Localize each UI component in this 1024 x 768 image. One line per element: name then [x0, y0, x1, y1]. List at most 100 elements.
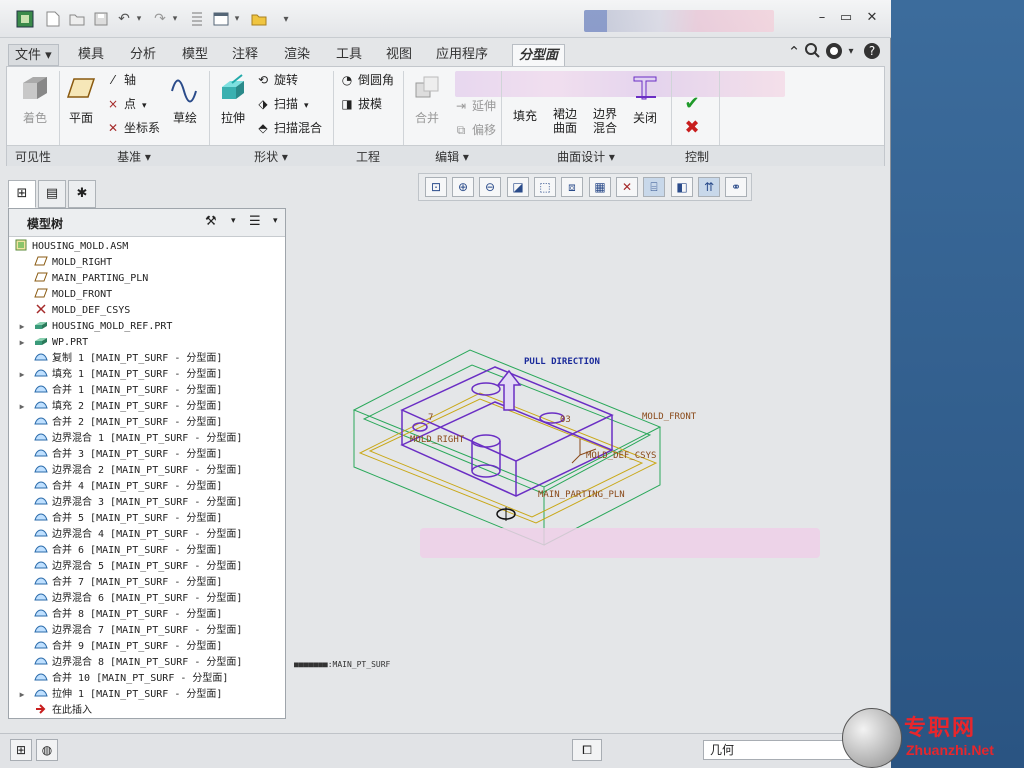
collapse-ribbon-icon[interactable]: ⌃ — [784, 42, 804, 62]
axis-display-icon[interactable]: ◧ — [671, 177, 693, 197]
redo-dropdown-icon[interactable]: ▾ — [170, 8, 180, 30]
folder-browser-tab-icon[interactable]: ▤ — [38, 180, 66, 208]
customize-toolbar-icon[interactable]: ▾ — [278, 8, 294, 30]
tree-item[interactable]: ▶ WP.PRT — [9, 335, 285, 351]
expand-arrow-icon[interactable]: ▶ — [17, 399, 27, 415]
merge-button[interactable]: 合并 — [409, 73, 445, 126]
saved-views-icon[interactable]: ⧈ — [561, 177, 583, 197]
ok-check-icon[interactable]: ✔ — [681, 95, 703, 113]
tree-item[interactable]: 边界混合 4 [MAIN_PT_SURF - 分型面] — [9, 527, 285, 543]
tree-item[interactable]: 复制 1 [MAIN_PT_SURF - 分型面] — [9, 351, 285, 367]
tree-item[interactable]: HOUSING_MOLD.ASM — [9, 239, 285, 255]
folder-icon[interactable] — [248, 8, 270, 30]
tree-item[interactable]: 合并 7 [MAIN_PT_SURF - 分型面] — [9, 575, 285, 591]
undo-icon[interactable]: ↶ — [114, 8, 134, 30]
zoom-out-icon[interactable]: ⊖ — [479, 177, 501, 197]
tab-annotate[interactable]: 注释 — [226, 44, 264, 66]
restore-icon[interactable]: ▭ — [838, 10, 854, 26]
tree-item[interactable]: ▶ 拉伸 1 [MAIN_PT_SURF - 分型面] — [9, 687, 285, 703]
round-button[interactable]: ◔ 倒圆角 — [339, 71, 394, 89]
community-icon[interactable] — [824, 42, 844, 62]
tree-item[interactable]: 合并 1 [MAIN_PT_SURF - 分型面] — [9, 383, 285, 399]
view-manager-icon[interactable]: ▦ — [589, 177, 611, 197]
tree-settings-dropdown-icon[interactable]: ▾ — [231, 216, 236, 226]
tree-item[interactable]: 在此插入 — [9, 703, 285, 719]
point-dropdown-icon[interactable]: ▾ — [142, 101, 147, 111]
expand-arrow-icon[interactable]: ▶ — [17, 687, 27, 703]
tree-item[interactable]: 合并 2 [MAIN_PT_SURF - 分型面] — [9, 415, 285, 431]
new-icon[interactable] — [42, 8, 64, 30]
sketch-button[interactable]: 草绘 — [167, 73, 203, 126]
regenerate-icon[interactable] — [186, 8, 208, 30]
toggle-browser-icon[interactable]: ◍ — [36, 739, 58, 761]
display-style-icon[interactable]: ⬚ — [534, 177, 556, 197]
tree-item[interactable]: 边界混合 6 [MAIN_PT_SURF - 分型面] — [9, 591, 285, 607]
tree-item[interactable]: MOLD_FRONT — [9, 287, 285, 303]
tree-item[interactable]: 边界混合 2 [MAIN_PT_SURF - 分型面] — [9, 463, 285, 479]
redo-icon[interactable]: ↷ — [150, 8, 170, 30]
group-label-datum[interactable]: 基准 ▾ — [59, 148, 209, 165]
swept-blend-button[interactable]: ⬘ 扫描混合 — [255, 119, 322, 137]
graphics-viewport[interactable]: PULL DIRECTION MOLD_FRONT MOLD_RIGHT 7 0… — [290, 205, 888, 730]
extrude-button[interactable]: 拉伸 — [215, 73, 251, 126]
tab-tools[interactable]: 工具 — [330, 44, 368, 66]
tree-item[interactable]: 边界混合 5 [MAIN_PT_SURF - 分型面] — [9, 559, 285, 575]
expand-arrow-icon[interactable]: ▶ — [17, 319, 27, 335]
undo-dropdown-icon[interactable]: ▾ — [134, 8, 144, 30]
point-button[interactable]: × 点 ▾ — [105, 95, 147, 113]
find-icon[interactable]: ⧠ — [572, 739, 602, 761]
windows-icon[interactable] — [210, 8, 232, 30]
group-label-shape[interactable]: 形状 ▾ — [209, 148, 333, 165]
repaint-icon[interactable]: ◪ — [507, 177, 529, 197]
tree-item[interactable]: 合并 5 [MAIN_PT_SURF - 分型面] — [9, 511, 285, 527]
sweep-button[interactable]: ⬗ 扫描 ▾ — [255, 95, 309, 113]
search-icon[interactable] — [802, 42, 822, 62]
tree-item[interactable]: MOLD_DEF_CSYS — [9, 303, 285, 319]
close-icon[interactable]: ✕ — [864, 10, 880, 26]
group-label-editing[interactable]: 编辑 ▾ — [403, 148, 501, 165]
tab-applications[interactable]: 应用程序 — [430, 44, 494, 66]
favorites-tab-icon[interactable]: ✱ — [68, 180, 96, 208]
tab-analysis[interactable]: 分析 — [124, 44, 162, 66]
tab-parting-surface[interactable]: 分型面 — [512, 44, 566, 66]
tab-render[interactable]: 渲染 — [278, 44, 316, 66]
tree-item[interactable]: 边界混合 7 [MAIN_PT_SURF - 分型面] — [9, 623, 285, 639]
close-surface-button[interactable]: 关闭 — [627, 73, 663, 126]
windows-dropdown-icon[interactable]: ▾ — [232, 8, 242, 30]
open-icon[interactable] — [66, 8, 88, 30]
tab-mold[interactable]: 模具 — [72, 44, 110, 66]
offset-button[interactable]: ⧉ 偏移 — [453, 121, 496, 139]
tab-model[interactable]: 模型 — [176, 44, 214, 66]
revolve-button[interactable]: ⟲ 旋转 — [255, 71, 298, 89]
tree-item[interactable]: 合并 8 [MAIN_PT_SURF - 分型面] — [9, 607, 285, 623]
model-tree-tab-icon[interactable]: ⊞ — [8, 180, 36, 208]
draft-button[interactable]: ◨ 拔模 — [339, 95, 382, 113]
csys-button[interactable]: ✕ 坐标系 — [105, 119, 160, 137]
tree-item[interactable]: 边界混合 3 [MAIN_PT_SURF - 分型面] — [9, 495, 285, 511]
tree-item[interactable]: ▶ 填充 2 [MAIN_PT_SURF - 分型面] — [9, 399, 285, 415]
save-icon[interactable] — [90, 8, 112, 30]
fill-button[interactable]: 填充 — [507, 107, 543, 124]
tab-file[interactable]: 文件 ▾ — [8, 44, 59, 66]
selection-filter[interactable]: 几何 — [703, 740, 863, 760]
annotation-display-icon[interactable]: ⚭ — [725, 177, 747, 197]
tree-item[interactable]: 合并 4 [MAIN_PT_SURF - 分型面] — [9, 479, 285, 495]
toggle-navigator-icon[interactable]: ⊞ — [10, 739, 32, 761]
axis-button[interactable]: ⁄ 轴 — [105, 71, 136, 89]
tree-item[interactable]: ▶ 填充 1 [MAIN_PT_SURF - 分型面] — [9, 367, 285, 383]
extend-button[interactable]: ⇥ 延伸 — [453, 97, 496, 115]
expand-arrow-icon[interactable]: ▶ — [17, 335, 27, 351]
sweep-dropdown-icon[interactable]: ▾ — [304, 101, 309, 111]
community-dropdown-icon[interactable]: ▾ — [844, 42, 858, 62]
tree-filter-icon[interactable]: ☰ — [249, 214, 261, 229]
tree-item[interactable]: 边界混合 1 [MAIN_PT_SURF - 分型面] — [9, 431, 285, 447]
refit-icon[interactable]: ⊡ — [425, 177, 447, 197]
tree-item[interactable]: MAIN_PARTING_PLN — [9, 271, 285, 287]
tree-item[interactable]: 边界混合 8 [MAIN_PT_SURF - 分型面] — [9, 655, 285, 671]
tree-item[interactable]: 合并 10 [MAIN_PT_SURF - 分型面] — [9, 671, 285, 687]
help-icon[interactable]: ? — [862, 42, 882, 62]
tree-item[interactable]: ▶ HOUSING_MOLD_REF.PRT — [9, 319, 285, 335]
tree-filter-dropdown-icon[interactable]: ▾ — [273, 216, 278, 226]
plane-display-icon[interactable]: ⌸ — [643, 177, 665, 197]
tree-item[interactable]: 合并 9 [MAIN_PT_SURF - 分型面] — [9, 639, 285, 655]
